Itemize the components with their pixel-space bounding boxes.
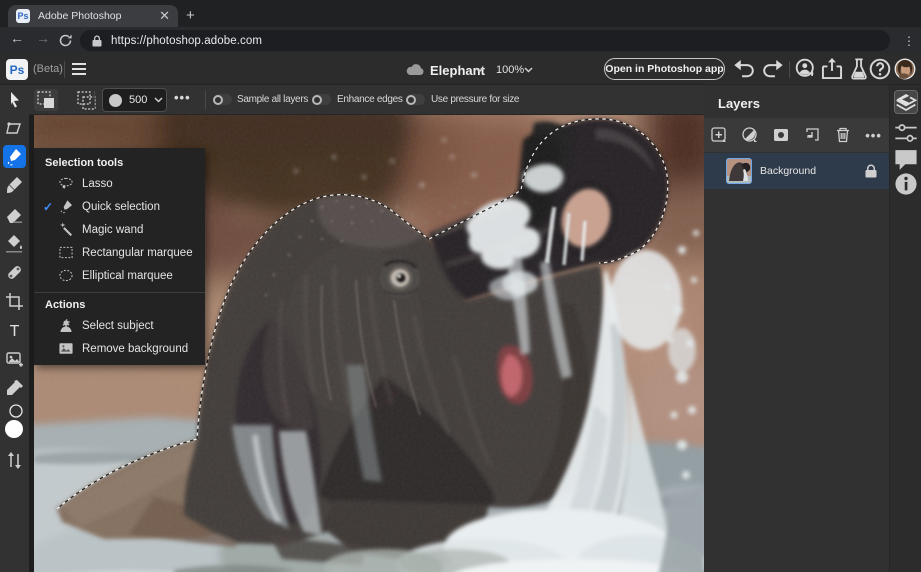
svg-text:T: T	[10, 323, 20, 340]
